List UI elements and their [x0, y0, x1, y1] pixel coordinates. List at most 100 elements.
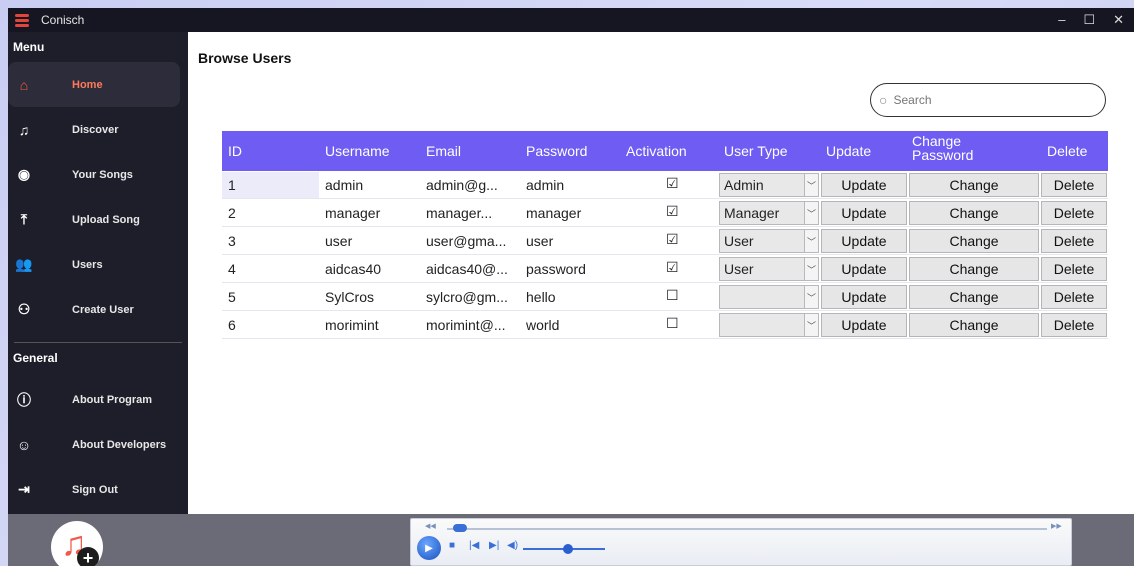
chevron-down-icon[interactable]: ﹀: [804, 314, 818, 336]
sidebar-item-about-program[interactable]: ⓘ About Program: [8, 377, 188, 422]
change-password-button[interactable]: Change: [909, 313, 1039, 337]
activation-checkbox[interactable]: ☑: [666, 259, 679, 276]
delete-button[interactable]: Delete: [1041, 201, 1107, 225]
table-row[interactable]: 5 SylCros sylcro@gm... hello ☐ ﹀ Update Change D…: [222, 283, 1108, 311]
delete-button[interactable]: Delete: [1041, 285, 1107, 309]
activation-checkbox[interactable]: ☑: [666, 231, 679, 248]
user-type-select[interactable]: ﹀: [719, 285, 819, 309]
column-header-user-type[interactable]: User Type: [724, 143, 788, 159]
search-box[interactable]: ○: [870, 83, 1106, 117]
user-type-select[interactable]: Manager ﹀: [719, 201, 819, 225]
column-header-update[interactable]: Update: [826, 143, 871, 159]
play-button[interactable]: ▶: [417, 536, 441, 560]
fast-forward-icon[interactable]: ▶▶: [1051, 522, 1062, 530]
activation-checkbox[interactable]: ☐: [666, 315, 679, 332]
delete-button[interactable]: Delete: [1041, 313, 1107, 337]
delete-button[interactable]: Delete: [1041, 229, 1107, 253]
close-button[interactable]: ✕: [1113, 12, 1124, 28]
update-button[interactable]: Update: [821, 201, 907, 225]
cell-password[interactable]: user: [526, 233, 616, 249]
cell-id[interactable]: 1: [228, 177, 288, 193]
change-password-button[interactable]: Change: [909, 201, 1039, 225]
sidebar-item-home[interactable]: ⌂ Home: [8, 62, 180, 107]
delete-button[interactable]: Delete: [1041, 173, 1107, 197]
rewind-icon[interactable]: ◀◀: [425, 522, 436, 530]
cell-id[interactable]: 3: [228, 233, 288, 249]
next-icon[interactable]: ▶|: [489, 540, 499, 551]
cell-id[interactable]: 4: [228, 261, 288, 277]
cell-email[interactable]: morimint@...: [426, 317, 522, 333]
activation-checkbox[interactable]: ☑: [666, 203, 679, 220]
chevron-down-icon[interactable]: ﹀: [804, 202, 818, 224]
update-button[interactable]: Update: [821, 257, 907, 281]
cell-username[interactable]: aidcas40: [325, 261, 417, 277]
column-header-username[interactable]: Username: [325, 143, 390, 159]
cell-username[interactable]: admin: [325, 177, 417, 193]
sidebar-item-users[interactable]: 👥 Users: [8, 242, 188, 287]
activation-checkbox[interactable]: ☐: [666, 287, 679, 304]
minimize-button[interactable]: –: [1058, 12, 1065, 28]
column-header-activation[interactable]: Activation: [626, 143, 687, 159]
table-row[interactable]: 1 admin admin@g... admin ☑ Admin ﹀ Update Change…: [222, 171, 1108, 199]
column-header-password[interactable]: Password: [526, 143, 587, 159]
user-type-select[interactable]: User ﹀: [719, 257, 819, 281]
table-row[interactable]: 2 manager manager... manager ☑ Manager ﹀ Update…: [222, 199, 1108, 227]
cell-password[interactable]: world: [526, 317, 616, 333]
cell-email[interactable]: manager...: [426, 205, 522, 221]
cell-email[interactable]: user@gma...: [426, 233, 522, 249]
column-header-id[interactable]: ID: [228, 143, 242, 159]
cell-password[interactable]: admin: [526, 177, 616, 193]
column-header-delete[interactable]: Delete: [1047, 143, 1087, 159]
search-input[interactable]: [893, 93, 1074, 107]
cell-username[interactable]: manager: [325, 205, 417, 221]
cell-password[interactable]: manager: [526, 205, 616, 221]
sidebar-item-your-songs[interactable]: ◉ Your Songs: [8, 152, 188, 197]
table-row[interactable]: 3 user user@gma... user ☑ User ﹀ Update Change De…: [222, 227, 1108, 255]
column-header-email[interactable]: Email: [426, 143, 461, 159]
maximize-button[interactable]: ☐: [1083, 12, 1095, 28]
table-row[interactable]: 6 morimint morimint@... world ☐ ﹀ Update Change…: [222, 311, 1108, 339]
change-password-button[interactable]: Change: [909, 173, 1039, 197]
activation-checkbox[interactable]: ☑: [666, 175, 679, 192]
change-password-button[interactable]: Change: [909, 285, 1039, 309]
seek-track[interactable]: [447, 528, 1047, 530]
change-password-button[interactable]: Change: [909, 229, 1039, 253]
update-button[interactable]: Update: [821, 229, 907, 253]
update-button[interactable]: Update: [821, 285, 907, 309]
cell-email[interactable]: aidcas40@...: [426, 261, 522, 277]
cell-username[interactable]: SylCros: [325, 289, 417, 305]
cell-username[interactable]: morimint: [325, 317, 417, 333]
previous-icon[interactable]: |◀: [469, 540, 479, 551]
delete-button[interactable]: Delete: [1041, 257, 1107, 281]
seek-thumb[interactable]: [453, 524, 467, 532]
chevron-down-icon[interactable]: ﹀: [804, 286, 818, 308]
column-header-change-password[interactable]: Change Password: [912, 134, 1002, 162]
update-button[interactable]: Update: [821, 313, 907, 337]
user-type-select[interactable]: Admin ﹀: [719, 173, 819, 197]
sidebar-item-create-user[interactable]: ⚇ Create User: [8, 287, 188, 332]
volume-icon[interactable]: ◀): [507, 540, 518, 551]
cell-email[interactable]: admin@g...: [426, 177, 522, 193]
cell-email[interactable]: sylcro@gm...: [426, 289, 522, 305]
chevron-down-icon[interactable]: ﹀: [804, 230, 818, 252]
stop-icon[interactable]: ■: [449, 540, 455, 551]
cell-id[interactable]: 5: [228, 289, 288, 305]
chevron-down-icon[interactable]: ﹀: [804, 258, 818, 280]
sidebar-item-sign-out[interactable]: ⇥ Sign Out: [8, 467, 188, 512]
add-music-icon[interactable]: ♫ +: [51, 521, 103, 566]
sidebar-item-discover[interactable]: ♫ Discover: [8, 107, 188, 152]
user-type-select[interactable]: ﹀: [719, 313, 819, 337]
cell-username[interactable]: user: [325, 233, 417, 249]
table-row[interactable]: 4 aidcas40 aidcas40@... password ☑ User ﹀ Updat…: [222, 255, 1108, 283]
update-button[interactable]: Update: [821, 173, 907, 197]
user-type-select[interactable]: User ﹀: [719, 229, 819, 253]
cell-password[interactable]: hello: [526, 289, 616, 305]
cell-id[interactable]: 6: [228, 317, 288, 333]
volume-thumb[interactable]: [563, 544, 574, 554]
sidebar-item-upload-song[interactable]: ⤒ Upload Song: [8, 197, 188, 242]
sidebar-item-about-developers[interactable]: ☺ About Developers: [8, 422, 188, 467]
cell-password[interactable]: password: [526, 261, 616, 277]
cell-id[interactable]: 2: [228, 205, 288, 221]
chevron-down-icon[interactable]: ﹀: [804, 174, 818, 196]
change-password-button[interactable]: Change: [909, 257, 1039, 281]
